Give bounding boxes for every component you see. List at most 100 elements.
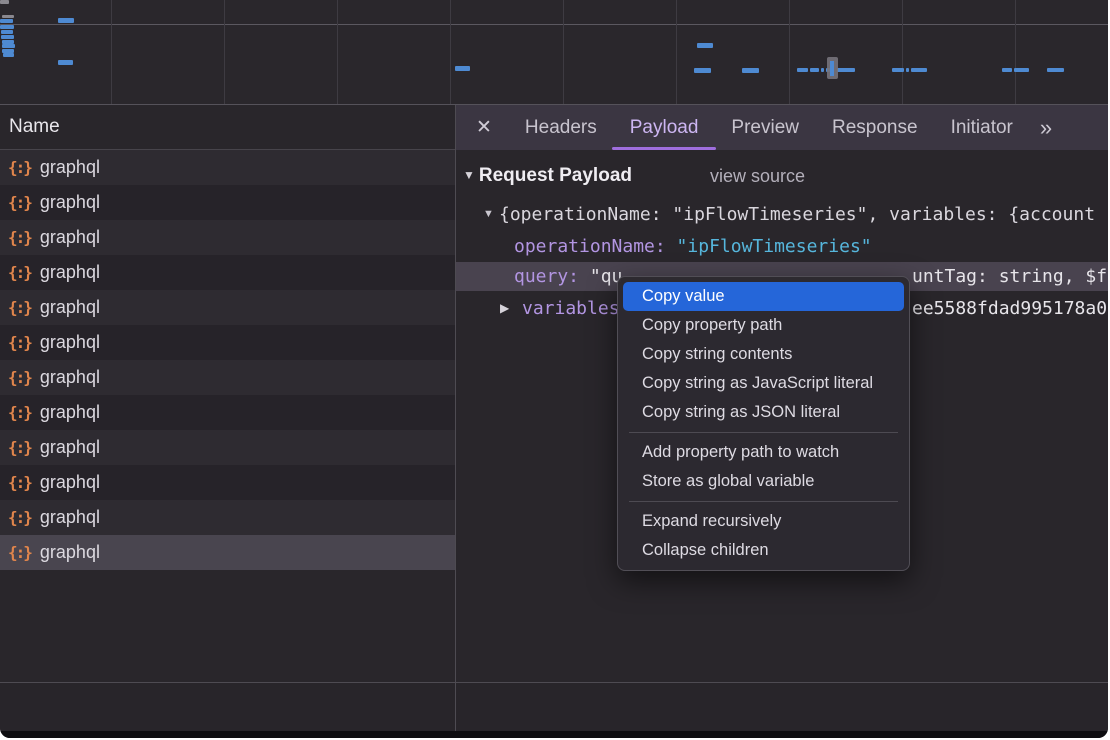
menu-item-collapse-children[interactable]: Collapse children — [618, 536, 909, 565]
tab-payload[interactable]: Payload — [630, 105, 699, 150]
collapse-triangle-icon[interactable]: ▼ — [463, 168, 475, 182]
expand-triangle-icon[interactable]: ▶ — [500, 294, 509, 323]
property-value: "ipFlowTimeseries" — [666, 236, 872, 257]
more-tabs-icon[interactable]: » — [1040, 115, 1050, 141]
waterfall-bar — [2, 44, 15, 48]
overview-vertical-gridline — [337, 0, 338, 104]
request-row[interactable]: {:}graphql — [0, 535, 455, 570]
request-name: graphql — [40, 332, 100, 353]
json-file-icon: {:} — [8, 298, 31, 317]
json-file-icon: {:} — [8, 263, 31, 282]
waterfall-bar — [837, 68, 855, 72]
request-name: graphql — [40, 367, 100, 388]
menu-item-expand-recursively[interactable]: Expand recursively — [618, 507, 909, 536]
overview-vertical-gridline — [1015, 0, 1016, 104]
waterfall-bar — [1, 35, 14, 39]
request-name: graphql — [40, 472, 100, 493]
close-icon[interactable]: ✕ — [476, 116, 492, 139]
detail-tabs: Headers Payload Preview Response Initiator — [492, 105, 1013, 150]
collapse-triangle-icon[interactable]: ▼ — [483, 200, 494, 229]
waterfall-bar — [797, 68, 808, 72]
waterfall-bar — [0, 19, 13, 23]
devtools-screenshot: Name {:}graphql{:}graphql{:}graphql{:}gr… — [0, 0, 1110, 740]
menu-separator — [629, 432, 898, 433]
panel-divider — [455, 683, 456, 731]
request-name: graphql — [40, 437, 100, 458]
request-rows: {:} graphql {:} graphql {:} graphql {:} graphql… — [0, 150, 455, 570]
request-row[interactable]: {:} graphql — [0, 395, 455, 430]
waterfall-bar — [1002, 68, 1012, 72]
waterfall-bar — [0, 25, 14, 29]
payload-root-preview: {operationName: "ipFlowTimeseries", vari… — [499, 200, 1095, 229]
property-key: operationName: — [514, 236, 666, 257]
waterfall-bar — [1, 30, 13, 34]
waterfall-bar — [911, 68, 927, 72]
menu-item-add-property-path-to-watch[interactable]: Add property path to watch — [618, 438, 909, 467]
request-name: graphql — [40, 262, 100, 283]
property-key: variables — [522, 298, 620, 319]
request-row[interactable]: {:} graphql — [0, 185, 455, 220]
payload-root-row[interactable]: ▼ {operationName: "ipFlowTimeseries", va… — [456, 200, 1108, 229]
menu-item-store-as-global-variable[interactable]: Store as global variable — [618, 467, 909, 496]
request-name: graphql — [40, 297, 100, 318]
bottom-dark-bar — [0, 731, 1108, 738]
overview-vertical-gridline — [224, 0, 225, 104]
request-name: graphql — [40, 402, 100, 423]
json-file-icon: {:} — [8, 508, 31, 527]
detail-tabbar: ✕ Headers Payload Preview Response Initiator… — [456, 105, 1108, 150]
request-row[interactable]: {:} graphql — [0, 360, 455, 395]
payload-operationname-row[interactable]: operationName: "ipFlowTimeseries" — [456, 232, 1108, 261]
overview-vertical-gridline — [450, 0, 451, 104]
waterfall-bar — [1047, 68, 1064, 72]
request-name: graphql — [40, 192, 100, 213]
menu-item-copy-string-as-json-literal[interactable]: Copy string as JSON literal — [618, 398, 909, 427]
overview-vertical-gridline — [902, 0, 903, 104]
request-row[interactable]: {:} graphql — [0, 290, 455, 325]
json-file-icon: {:} — [8, 368, 31, 387]
json-file-icon: {:} — [8, 333, 31, 352]
request-row[interactable]: {:} graphql — [0, 465, 455, 500]
waterfall-bar — [810, 68, 819, 72]
request-row[interactable]: {:} graphql — [0, 220, 455, 255]
variables-value-fragment: ee5588fdad995178a0 — [912, 294, 1107, 323]
json-file-icon: {:} — [8, 438, 31, 457]
request-payload-section-header[interactable]: ▼ Request Payload — [463, 165, 632, 187]
request-row[interactable]: {:} graphql — [0, 430, 455, 465]
request-row[interactable]: {:} graphql — [0, 150, 455, 185]
request-row[interactable]: {:} graphql — [0, 325, 455, 360]
context-menu: Copy valueCopy property pathCopy string … — [617, 276, 910, 571]
menu-item-copy-property-path[interactable]: Copy property path — [618, 311, 909, 340]
devtools-window: Name {:}graphql{:}graphql{:}graphql{:}gr… — [0, 0, 1108, 738]
overview-vertical-gridline — [789, 0, 790, 104]
waterfall-bar — [906, 68, 909, 72]
json-file-icon: {:} — [8, 403, 31, 422]
tab-response[interactable]: Response — [832, 105, 918, 150]
request-row[interactable]: {:} graphql — [0, 500, 455, 535]
request-row[interactable]: {:} graphql — [0, 255, 455, 290]
network-overview-timeline[interactable] — [0, 0, 1108, 105]
menu-item-copy-value[interactable]: Copy value — [623, 282, 904, 311]
menu-item-copy-string-as-javascript-literal[interactable]: Copy string as JavaScript literal — [618, 369, 909, 398]
tab-headers[interactable]: Headers — [525, 105, 597, 150]
view-source-link[interactable]: view source — [710, 166, 805, 187]
request-name: graphql — [40, 157, 100, 178]
query-value-fragment: untTag: string, $f — [912, 262, 1107, 291]
request-name: graphql — [40, 507, 100, 528]
selected-request-tick — [830, 61, 834, 76]
json-file-icon: {:} — [8, 473, 31, 492]
json-file-icon: {:} — [8, 228, 31, 247]
request-name: graphql — [40, 227, 100, 248]
menu-item-copy-string-contents[interactable]: Copy string contents — [618, 340, 909, 369]
status-footer — [0, 682, 1108, 731]
section-title: Request Payload — [479, 165, 632, 187]
overview-vertical-gridline — [676, 0, 677, 104]
json-file-icon: {:} — [8, 193, 31, 212]
name-column-header[interactable]: Name — [0, 105, 455, 150]
waterfall-bar — [892, 68, 904, 72]
waterfall-bar — [3, 53, 14, 57]
overview-horizontal-gridline — [0, 24, 1108, 25]
tab-initiator[interactable]: Initiator — [951, 105, 1013, 150]
json-file-icon: {:} — [8, 158, 31, 177]
waterfall-bar — [455, 66, 470, 71]
tab-preview[interactable]: Preview — [731, 105, 799, 150]
